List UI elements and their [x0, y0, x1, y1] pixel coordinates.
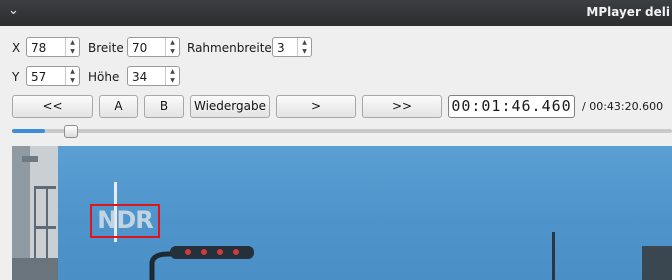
hoehe-spinbox[interactable]: 34 ▲ ▼: [127, 66, 180, 86]
chevron-down-icon[interactable]: ⌄: [8, 3, 19, 18]
delogo-selection-box[interactable]: [90, 204, 160, 238]
hoehe-stepper[interactable]: ▲ ▼: [165, 67, 179, 85]
x-value[interactable]: 78: [31, 41, 46, 55]
breite-label: Breite: [88, 41, 124, 55]
breite-spinbox[interactable]: 70 ▲ ▼: [127, 37, 180, 57]
total-time-label: / 00:43:20.600: [582, 100, 664, 113]
crane-arm-shape: [149, 251, 174, 280]
hoehe-value[interactable]: 34: [132, 70, 147, 84]
window-title: MPlayer deli: [586, 5, 670, 19]
previous-button[interactable]: <<: [12, 95, 93, 118]
x-label: X: [12, 41, 21, 55]
step-forward-button[interactable]: >: [276, 95, 356, 118]
railing-shape: [34, 186, 56, 189]
current-time-display: 00:01:46.460: [448, 95, 575, 118]
increment-arrow-icon[interactable]: ▲: [298, 38, 311, 47]
rahmenbreite-value[interactable]: 3: [277, 41, 285, 55]
fast-forward-button[interactable]: >>: [362, 95, 442, 118]
decrement-arrow-icon[interactable]: ▼: [66, 47, 79, 56]
increment-arrow-icon[interactable]: ▲: [66, 67, 79, 76]
seek-slider-handle[interactable]: [64, 125, 78, 138]
signal-light-shape: [185, 249, 191, 255]
signal-bar-shape: [170, 246, 254, 259]
building-base-shape: [12, 258, 58, 280]
rahmenbreite-spinbox[interactable]: 3 ▲ ▼: [272, 37, 312, 57]
video-frame: NDR: [12, 146, 672, 280]
increment-arrow-icon[interactable]: ▲: [166, 67, 179, 76]
railing-post-shape: [46, 186, 48, 266]
x-stepper[interactable]: ▲ ▼: [65, 38, 79, 56]
seek-slider[interactable]: [12, 129, 672, 133]
decrement-arrow-icon[interactable]: ▼: [166, 76, 179, 85]
increment-arrow-icon[interactable]: ▲: [66, 38, 79, 47]
decrement-arrow-icon[interactable]: ▼: [66, 76, 79, 85]
y-spinbox[interactable]: 57 ▲ ▼: [26, 66, 80, 86]
title-bar: ⌄ MPlayer deli: [0, 0, 672, 26]
building-detail-shape: [22, 156, 38, 162]
decrement-arrow-icon[interactable]: ▼: [298, 47, 311, 56]
railing-post-shape: [34, 186, 36, 266]
railing-shape: [34, 226, 56, 229]
play-button[interactable]: Wiedergabe: [190, 95, 270, 118]
y-label: Y: [12, 70, 20, 84]
hoehe-label: Höhe: [88, 70, 120, 84]
rahmenbreite-label: Rahmenbreite: [187, 41, 272, 55]
rahmenbreite-stepper[interactable]: ▲ ▼: [297, 38, 311, 56]
decrement-arrow-icon[interactable]: ▼: [166, 47, 179, 56]
signal-light-shape: [201, 249, 207, 255]
increment-arrow-icon[interactable]: ▲: [166, 38, 179, 47]
signal-light-shape: [217, 249, 223, 255]
mark-b-button[interactable]: B: [144, 95, 184, 118]
y-value[interactable]: 57: [31, 70, 46, 84]
mark-a-button[interactable]: A: [99, 95, 138, 118]
mast-shape: [552, 232, 555, 280]
breite-value[interactable]: 70: [132, 41, 147, 55]
structure-shape: [642, 246, 672, 280]
x-spinbox[interactable]: 78 ▲ ▼: [26, 37, 80, 57]
signal-light-shape: [233, 249, 239, 255]
y-stepper[interactable]: ▲ ▼: [65, 67, 79, 85]
breite-stepper[interactable]: ▲ ▼: [165, 38, 179, 56]
seek-slider-progress: [12, 129, 45, 133]
